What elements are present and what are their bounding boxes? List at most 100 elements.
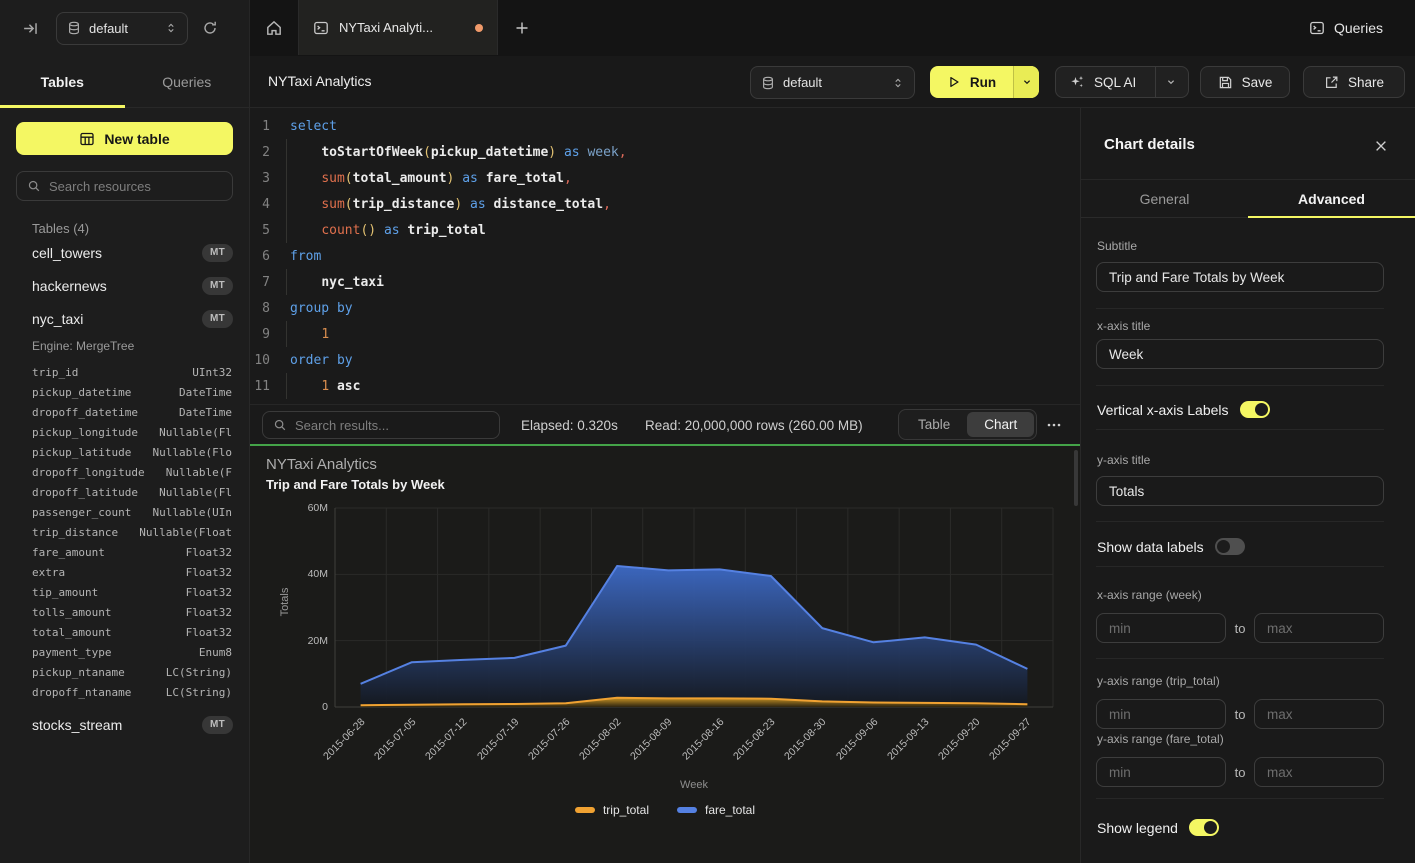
column-type: Float32 xyxy=(186,546,232,559)
share-label: Share xyxy=(1348,75,1384,90)
results-search[interactable] xyxy=(262,411,500,439)
code-line: 9 1 xyxy=(250,321,1080,347)
table-item-nyc_taxi[interactable]: nyc_taxiMT xyxy=(0,302,249,335)
y-tick-label: 60M xyxy=(280,502,328,514)
queries-top-button[interactable]: Queries xyxy=(1309,0,1383,55)
x-axis-title: Week xyxy=(335,779,1053,791)
refresh-icon[interactable] xyxy=(196,14,224,42)
share-button[interactable]: Share xyxy=(1303,66,1405,98)
run-button[interactable]: Run xyxy=(930,66,1039,98)
show-data-labels-toggle[interactable] xyxy=(1215,538,1245,555)
run-button-main[interactable]: Run xyxy=(930,66,1013,98)
tab-general[interactable]: General xyxy=(1081,180,1248,217)
save-button[interactable]: Save xyxy=(1200,66,1290,98)
y-axis-title-input[interactable] xyxy=(1096,476,1384,506)
x-axis-title-input[interactable] xyxy=(1096,339,1384,369)
column-name: extra xyxy=(32,566,186,579)
close-icon[interactable] xyxy=(1373,138,1389,154)
y-range-fare-max-input[interactable] xyxy=(1254,757,1384,787)
table-name: stocks_stream xyxy=(32,717,202,733)
code-text: toStartOfWeek(pickup_datetime) as week, xyxy=(270,145,627,160)
chart-panel: NYTaxi Analytics Trip and Fare Totals by… xyxy=(250,446,1080,863)
mergetree-badge: MT xyxy=(202,277,233,295)
code-line: 2 toStartOfWeek(pickup_datetime) as week… xyxy=(250,139,1080,165)
column-type: Float32 xyxy=(186,606,232,619)
database-selector[interactable]: default xyxy=(56,12,188,45)
column-row: trip_distanceNullable(Float xyxy=(0,522,249,542)
column-type: Nullable(UIn xyxy=(153,506,232,519)
queries-label: Queries xyxy=(1334,20,1383,36)
y-axis-title: Totals xyxy=(279,576,291,628)
more-options-icon[interactable] xyxy=(1043,415,1065,435)
view-toggle-table[interactable]: Table xyxy=(901,412,967,437)
code-line: 11 1 asc xyxy=(250,373,1080,399)
code-text: nyc_taxi xyxy=(270,275,384,290)
vertical-x-labels-toggle[interactable] xyxy=(1240,401,1270,418)
sql-editor[interactable]: 1select2 toStartOfWeek(pickup_datetime) … xyxy=(250,108,1080,404)
database-icon xyxy=(761,76,775,90)
topbar-left-section: default xyxy=(0,0,250,56)
sql-ai-caret[interactable] xyxy=(1155,67,1185,97)
database-icon xyxy=(67,21,81,35)
table-name: cell_towers xyxy=(32,245,202,261)
legend-item-fare_total[interactable]: fare_total xyxy=(677,803,755,817)
view-toggle-chart[interactable]: Chart xyxy=(967,412,1034,437)
vertical-x-labels-label: Vertical x-axis Labels xyxy=(1097,402,1229,418)
column-name: fare_amount xyxy=(32,546,186,559)
sql-ai-button[interactable]: SQL AI xyxy=(1055,66,1189,98)
column-name: total_amount xyxy=(32,626,186,639)
engine-label: Engine: MergeTree xyxy=(0,335,249,357)
y-tick-label: 20M xyxy=(280,635,328,647)
chart-details-header: Chart details xyxy=(1081,108,1415,180)
query-database-selector[interactable]: default xyxy=(750,66,915,99)
new-tab-button[interactable] xyxy=(508,14,536,42)
sidebar-search[interactable] xyxy=(16,171,233,201)
table-item-hackernews[interactable]: hackernewsMT xyxy=(0,269,249,302)
table-item-cell_towers[interactable]: cell_towersMT xyxy=(0,236,249,269)
collapse-sidebar-icon[interactable] xyxy=(16,14,44,42)
y-tick-label: 0 xyxy=(280,701,328,713)
tab-advanced[interactable]: Advanced xyxy=(1248,180,1415,217)
table-name: hackernews xyxy=(32,278,202,294)
y-range-trip-max-input[interactable] xyxy=(1254,699,1384,729)
x-range-max-input[interactable] xyxy=(1254,613,1384,643)
toggle-knob xyxy=(1255,403,1268,416)
legend-item-trip_total[interactable]: trip_total xyxy=(575,803,649,817)
column-name: passenger_count xyxy=(32,506,153,519)
scrollbar-thumb[interactable] xyxy=(1074,450,1078,506)
indent-guide xyxy=(286,321,287,347)
results-search-input[interactable] xyxy=(295,418,489,433)
column-row: dropoff_ntanameLC(String) xyxy=(0,682,249,702)
show-legend-toggle[interactable] xyxy=(1189,819,1219,836)
x-range-min-input[interactable] xyxy=(1096,613,1226,643)
y-range-trip-to-label: to xyxy=(1229,707,1251,722)
table-item-stocks_stream[interactable]: stocks_streamMT xyxy=(0,708,249,741)
sidebar-tab-queries[interactable]: Queries xyxy=(125,56,250,107)
updown-chevron-icon xyxy=(165,22,177,34)
chart-legend: trip_total fare_total xyxy=(250,803,1080,817)
line-number: 5 xyxy=(250,223,270,238)
y-range-fare-min-input[interactable] xyxy=(1096,757,1226,787)
code-text: order by xyxy=(270,353,353,368)
toggle-knob xyxy=(1217,540,1230,553)
divider xyxy=(1096,385,1384,386)
y-axis-title-label: y-axis title xyxy=(1097,453,1150,467)
subtitle-input[interactable] xyxy=(1096,262,1384,292)
sidebar-tab-tables[interactable]: Tables xyxy=(0,56,125,107)
column-type: Enum8 xyxy=(199,646,232,659)
active-tab-underline xyxy=(1248,216,1415,219)
column-type: Float32 xyxy=(186,626,232,639)
read-stat: Read: 20,000,000 rows (260.00 MB) xyxy=(645,418,863,433)
line-number: 11 xyxy=(250,379,270,394)
indent-guide xyxy=(286,217,287,243)
run-options-caret[interactable] xyxy=(1013,66,1039,98)
code-line: 10order by xyxy=(250,347,1080,373)
y-range-trip-min-input[interactable] xyxy=(1096,699,1226,729)
area-fare_total xyxy=(361,566,1028,707)
column-name: payment_type xyxy=(32,646,199,659)
sidebar-search-input[interactable] xyxy=(49,179,222,194)
home-tab[interactable] xyxy=(250,0,298,55)
indent-guide xyxy=(286,269,287,295)
tab-nytaxi-analytics[interactable]: NYTaxi Analyti... xyxy=(298,0,498,55)
new-table-button[interactable]: New table xyxy=(16,122,233,155)
